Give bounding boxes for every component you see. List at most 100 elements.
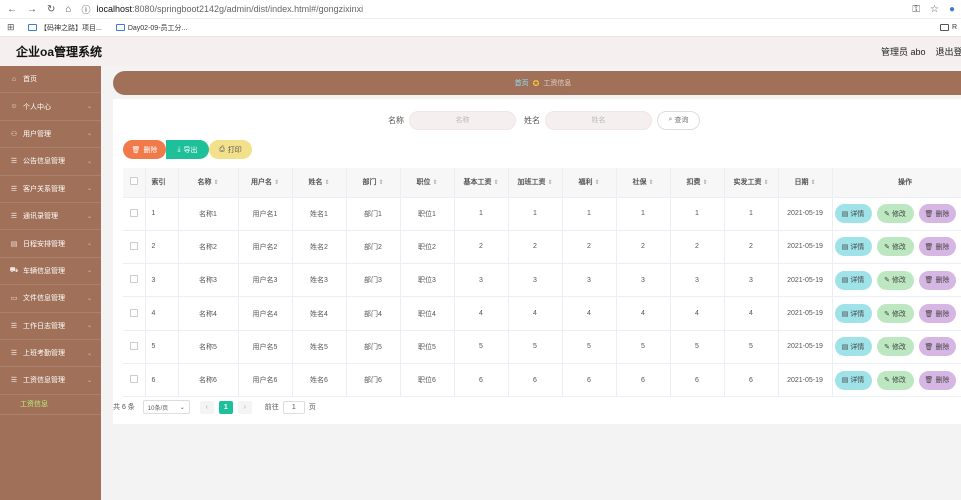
column-header[interactable]: 福利 ⇕ bbox=[562, 168, 617, 198]
batch-delete-button[interactable]: 🗑 删除 bbox=[123, 140, 166, 159]
column-header[interactable]: 日期 ⇕ bbox=[778, 168, 833, 198]
sort-icon[interactable]: ⇕ bbox=[763, 180, 768, 186]
address-bar[interactable]: ⓘ localhost:8080/springboot2142g/admin/d… bbox=[81, 3, 363, 16]
sidebar-item[interactable]: ☰ 通讯录管理 ⌄ bbox=[0, 203, 101, 231]
column-header[interactable]: 部门 ⇕ bbox=[346, 168, 401, 198]
sidebar-item[interactable]: ☺ 个人中心 ⌄ bbox=[0, 93, 101, 121]
sort-icon[interactable]: ⇕ bbox=[547, 180, 552, 186]
column-header[interactable]: 基本工资 ⇕ bbox=[454, 168, 509, 198]
sort-icon[interactable]: ⇕ bbox=[594, 180, 599, 186]
sidebar-item[interactable]: ⛟ 车辆信息管理 ⌄ bbox=[0, 258, 101, 286]
page-number-button[interactable]: 1 bbox=[218, 400, 233, 414]
sort-icon[interactable]: ⇕ bbox=[493, 180, 498, 186]
sidebar-item[interactable]: ⚇ 用户管理 ⌄ bbox=[0, 121, 101, 149]
table-cell: 4 bbox=[562, 296, 617, 331]
table-cell: 名称6 bbox=[178, 363, 239, 398]
sort-icon[interactable]: ⇕ bbox=[324, 180, 329, 186]
sidebar-item-label: 通讯录管理 bbox=[23, 213, 58, 221]
folder-icon bbox=[939, 24, 949, 31]
column-header[interactable]: 加班工资 ⇕ bbox=[508, 168, 563, 198]
chevron-right-icon: › bbox=[243, 403, 246, 411]
sidebar-item[interactable]: ⌂ 首页 bbox=[0, 66, 101, 94]
edit-button[interactable]: ✎ 修改 bbox=[876, 337, 914, 357]
detail-button[interactable]: ▤ 详情 bbox=[834, 337, 872, 357]
row-checkbox[interactable] bbox=[129, 241, 138, 250]
other-bookmarks[interactable]: R bbox=[939, 24, 961, 31]
home-icon[interactable]: ⌂ bbox=[65, 4, 71, 15]
delete-button[interactable]: 🗑 删除 bbox=[918, 370, 956, 390]
detail-button[interactable]: ▤ 详情 bbox=[834, 370, 872, 390]
sort-icon[interactable]: ⇕ bbox=[702, 180, 707, 186]
pencil-icon: ✎ bbox=[884, 277, 890, 285]
delete-button-label: 删除 bbox=[935, 377, 950, 385]
prev-page-button[interactable]: ‹ bbox=[199, 400, 214, 414]
goto-input[interactable]: 1 bbox=[282, 400, 305, 414]
column-header[interactable]: 职位 ⇕ bbox=[400, 168, 455, 198]
bookmark-item[interactable]: 【码神之路】项目... bbox=[28, 23, 102, 33]
edit-button[interactable]: ✎ 修改 bbox=[876, 370, 914, 390]
sidebar-item[interactable]: ☰ 上班考勤管理 ⌄ bbox=[0, 340, 101, 368]
detail-button[interactable]: ▤ 详情 bbox=[834, 237, 872, 257]
sort-icon[interactable]: ⇕ bbox=[213, 180, 218, 186]
column-header[interactable]: 扣费 ⇕ bbox=[670, 168, 725, 198]
sort-icon[interactable]: ⇕ bbox=[432, 180, 437, 186]
star-icon[interactable]: ☆ bbox=[930, 4, 939, 15]
edit-button[interactable]: ✎ 修改 bbox=[876, 204, 914, 224]
delete-button[interactable]: 🗑 删除 bbox=[918, 337, 956, 357]
apps-icon[interactable]: ⊞ bbox=[0, 22, 28, 33]
row-checkbox[interactable] bbox=[129, 275, 138, 284]
print-button[interactable]: ⎙ 打印 bbox=[209, 140, 252, 159]
page-size-select[interactable]: 10条/页 ⌄ bbox=[142, 400, 190, 414]
detail-button-label: 详情 bbox=[850, 277, 865, 285]
table-row: 1 名称1 用户名1 姓名1 部门1 职位1 1 1 1 1 1 1 2021-05-19 ▤ 详情 ✎ 修改 🗑… bbox=[123, 197, 961, 231]
row-checkbox[interactable] bbox=[129, 308, 138, 317]
person-search-input[interactable]: 姓名 bbox=[545, 110, 652, 130]
forward-icon[interactable]: → bbox=[27, 4, 37, 15]
column-header[interactable]: 社保 ⇕ bbox=[616, 168, 671, 198]
sort-icon[interactable]: ⇕ bbox=[810, 180, 815, 186]
column-header[interactable]: 姓名 ⇕ bbox=[292, 168, 347, 198]
key-icon[interactable]: ⚿ bbox=[912, 4, 920, 15]
column-header[interactable]: 实发工资 ⇕ bbox=[724, 168, 779, 198]
sidebar-item[interactable]: ▭ 文件信息管理 ⌄ bbox=[0, 285, 101, 313]
sort-icon[interactable]: ⇕ bbox=[274, 180, 279, 186]
edit-button[interactable]: ✎ 修改 bbox=[876, 304, 914, 324]
bookmark-item[interactable]: Day02-09-员工分... bbox=[115, 23, 187, 33]
search-button[interactable]: ⌕ 查询 bbox=[657, 110, 700, 130]
delete-button[interactable]: 🗑 删除 bbox=[918, 204, 956, 224]
sidebar-item[interactable]: ☰ 公告信息管理 ⌄ bbox=[0, 148, 101, 176]
column-header[interactable]: 名称 ⇕ bbox=[178, 168, 239, 198]
row-checkbox[interactable] bbox=[129, 375, 138, 384]
name-search-input[interactable]: 名称 bbox=[409, 110, 516, 130]
sort-icon[interactable]: ⇕ bbox=[378, 180, 383, 186]
delete-button[interactable]: 🗑 删除 bbox=[918, 304, 956, 324]
table-row: 3 名称3 用户名3 姓名3 部门3 职位3 3 3 3 3 3 3 2021-05-19 ▤ 详情 ✎ 修改 🗑… bbox=[123, 263, 961, 298]
sidebar-item[interactable]: ☰ 客户关系管理 ⌄ bbox=[0, 176, 101, 203]
edit-button[interactable]: ✎ 修改 bbox=[876, 237, 914, 257]
export-button[interactable]: ⤓ 导出 bbox=[166, 140, 209, 159]
delete-button[interactable]: 🗑 删除 bbox=[918, 270, 956, 290]
breadcrumb-home[interactable]: 首页 bbox=[515, 78, 529, 88]
back-icon[interactable]: ← bbox=[7, 4, 17, 15]
reload-icon[interactable]: ↻ bbox=[47, 4, 55, 15]
detail-button[interactable]: ▤ 详情 bbox=[834, 204, 872, 224]
detail-button[interactable]: ▤ 详情 bbox=[834, 270, 872, 290]
delete-button[interactable]: 🗑 删除 bbox=[918, 237, 956, 257]
table-cell: 2021-05-19 bbox=[778, 230, 833, 265]
detail-button[interactable]: ▤ 详情 bbox=[834, 304, 872, 324]
column-header[interactable]: 索引 bbox=[145, 168, 179, 198]
profile-icon[interactable]: ● bbox=[949, 4, 955, 15]
column-header[interactable]: 用户名 ⇕ bbox=[238, 168, 293, 198]
sort-icon[interactable]: ⇕ bbox=[648, 180, 653, 186]
row-checkbox[interactable] bbox=[129, 341, 138, 350]
sidebar-item[interactable]: ☰ 工资信息管理 ⌄ bbox=[0, 367, 101, 395]
edit-button[interactable]: ✎ 修改 bbox=[876, 270, 914, 290]
select-all-checkbox[interactable] bbox=[129, 177, 138, 186]
sidebar-item[interactable]: ☰ 工作日志管理 ⌄ bbox=[0, 313, 101, 340]
next-page-button[interactable]: › bbox=[237, 400, 252, 414]
logout-button[interactable]: 退出登录 bbox=[936, 45, 961, 58]
row-checkbox[interactable] bbox=[129, 208, 138, 217]
sidebar-item[interactable]: ▤ 日程安排管理 ⌄ bbox=[0, 230, 101, 258]
sidebar-subitem-salary[interactable]: 工资信息 bbox=[0, 395, 101, 415]
site-info-icon[interactable]: ⓘ bbox=[81, 3, 90, 16]
